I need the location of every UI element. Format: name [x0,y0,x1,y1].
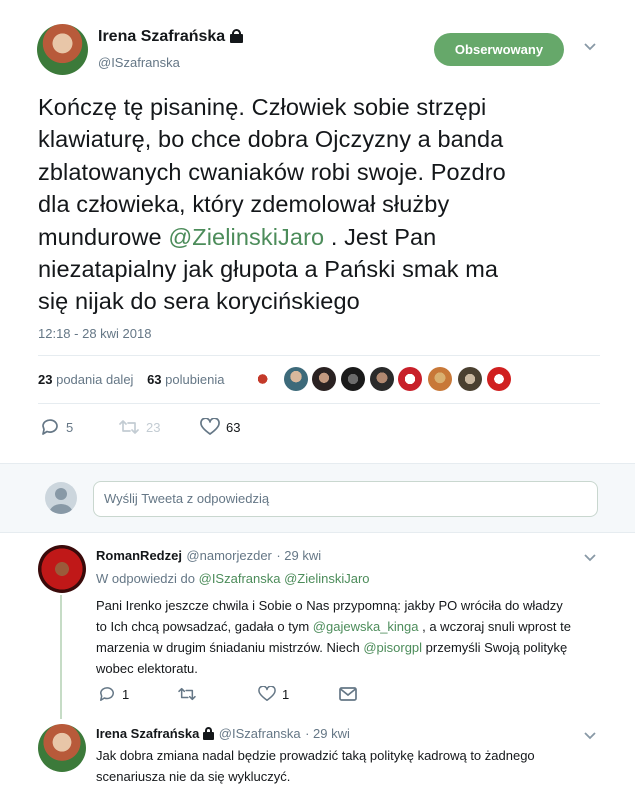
chevron-down-icon[interactable] [583,551,597,565]
reply-date[interactable]: · 29 kwi [305,726,350,741]
reply-icon [100,687,114,701]
reply-text: Jak dobra zmiana nadal będzie prowadzić … [96,745,606,787]
like-action[interactable]: 63 [200,418,240,436]
text-span: . Jest Pan [324,223,437,250]
author-name[interactable]: Irena Szafrańska [98,28,225,45]
tweet-text-line: się nijak do sera korycińskiego [38,288,360,315]
envelope-icon [339,687,357,701]
liker-avatar[interactable] [341,367,365,391]
tweet-text-line: zblatowanych cwaniaków robi swoje. Pozdr… [38,158,506,185]
follow-button[interactable]: Obserwowany [434,33,564,66]
like-count: 1 [282,686,290,702]
tweet-stats: 23 podania dalej 63 polubienia [38,372,234,387]
retweet-icon [178,687,196,701]
reply-text-line: wobec elektoratu. [96,661,198,676]
liker-avatar[interactable] [458,367,482,391]
retweets-count[interactable]: 23 [38,372,52,387]
liker-avatar[interactable] [370,367,394,391]
heart-icon [200,418,220,435]
reply-header: Irena Szafrańska @ISzafranska · 29 kwi [96,725,350,743]
liker-avatar[interactable] [284,367,308,391]
reply-text-line: to Ich chcą powsadzać, gadała o tym @gaj… [96,616,606,637]
reply-avatar[interactable] [38,545,86,593]
reply-count: 1 [122,686,130,702]
reply-icon [42,419,58,435]
divider [38,403,600,404]
reply-header: RomanRedzej @namorjezder · 29 kwi [96,547,321,565]
text-span: przemyśli Swoją politykę [422,640,568,655]
like-action[interactable]: 1 [258,686,289,702]
reply-author-name[interactable]: Irena Szafrańska [96,726,199,741]
reply-date[interactable]: · 29 kwi [276,548,321,563]
tweet-text-line: dla człowieka, który zdemolował służby [38,191,450,218]
mention-link[interactable]: @ISzafranska [199,571,281,586]
reply-count: 5 [66,419,74,435]
chevron-down-icon[interactable] [583,40,597,54]
retweets-label[interactable]: podania dalej [56,372,133,387]
mention-link[interactable]: @ZielinskiJaro [284,571,369,586]
reply-text-line: Pani Irenko jeszcze chwila i Sobie o Nas… [96,598,563,613]
text-span: , a wczoraj snuli wprost te [418,619,571,634]
user-avatar [45,482,77,514]
liker-avatar[interactable] [253,367,277,391]
like-count: 63 [226,419,241,435]
reply-input[interactable]: Wyślij Tweeta z odpowiedzią [93,481,598,517]
text-span: to Ich chcą powsadzać, gadała o tym [96,619,313,634]
direct-message-action[interactable] [339,686,357,702]
tweet-text-line: Kończę tę pisaninę. Człowiek sobie strzę… [38,94,487,120]
mention-link[interactable]: @pisorgpl [363,640,422,655]
reply-action[interactable]: 5 [40,418,73,436]
liker-avatar[interactable] [428,367,452,391]
reply-author-handle[interactable]: @namorjezder [186,548,271,563]
author-name-row[interactable]: Irena Szafrańska [98,28,244,46]
tweet-text-line: niezatapialny jak głupota a Pański smak … [38,256,499,283]
retweet-count: 23 [146,419,161,435]
liker-avatar[interactable] [398,367,422,391]
reply-avatar[interactable] [38,724,86,772]
lock-icon [203,727,215,740]
reply-action[interactable]: 1 [98,686,129,702]
likes-label[interactable]: polubienia [165,372,224,387]
divider [38,355,600,356]
reply-text-line: scenariusza nie da się wykluczyć. [96,769,291,784]
in-reply-prefix: W odpowiedzi do [96,571,195,586]
thread-line [60,595,62,719]
chevron-down-icon[interactable] [583,729,597,743]
reply-text-line: marzenia w drugim śniadaniu mistrzów. Ni… [96,637,606,658]
author-handle[interactable]: @ISzafranska [98,55,180,70]
author-avatar[interactable] [37,24,88,75]
retweet-icon [119,420,139,434]
mention-link[interactable]: @ZielinskiJaro [168,224,324,250]
likes-count[interactable]: 63 [147,372,161,387]
tweet-text-line: mundurowe @ZielinskiJaro . Jest Pan [38,221,608,253]
tweet-timestamp[interactable]: 12:18 - 28 kwi 2018 [38,326,151,341]
lock-icon [230,29,244,43]
text-span: mundurowe [38,223,169,250]
reply-text-line: Jak dobra zmiana nadal będzie prowadzić … [96,748,535,763]
retweet-action[interactable] [177,686,197,702]
retweet-action[interactable]: 23 [118,418,160,436]
liker-avatar[interactable] [487,367,511,391]
reply-author-name[interactable]: RomanRedzej [96,548,182,563]
liker-avatar[interactable] [312,367,336,391]
mention-link[interactable]: @gajewska_kinga [313,619,419,634]
tweet-text-line: klawiaturę, bo chce dobra Ojczyzny a ban… [38,126,504,153]
heart-icon [258,686,276,701]
reply-author-handle[interactable]: @ISzafranska [219,726,301,741]
tweet-text: Kończę tę pisaninę. Człowiek sobie strzę… [38,91,608,318]
reply-text: Pani Irenko jeszcze chwila i Sobie o Nas… [96,595,606,679]
in-reply-to: W odpowiedzi do @ISzafranska @ZielinskiJ… [96,571,370,586]
text-span: marzenia w drugim śniadaniu mistrzów. Ni… [96,640,364,655]
